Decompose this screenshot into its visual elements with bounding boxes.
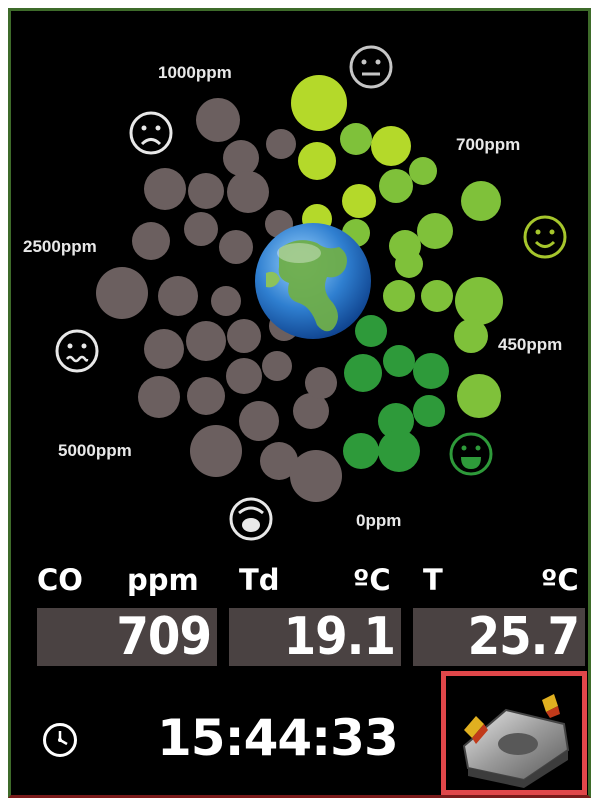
queasy-face-icon: [55, 329, 99, 373]
t-value: 25.7: [413, 608, 585, 666]
gauge-dot: [371, 126, 411, 166]
gauge-dot: [343, 433, 379, 469]
gauge-dot: [457, 374, 501, 418]
gauge-dot: [190, 425, 242, 477]
td-value: 19.1: [229, 608, 401, 666]
co-label: CO: [37, 563, 83, 597]
gauge-dot: [188, 173, 224, 209]
t-unit: ºC: [541, 563, 579, 597]
ppm-label-700: 700ppm: [456, 135, 521, 154]
gauge-dot: [355, 315, 387, 347]
gauge-dot: [184, 212, 218, 246]
settings-button[interactable]: [441, 671, 587, 795]
gauge-dot: [196, 98, 240, 142]
gauge-dot: [132, 222, 170, 260]
gauge-dot: [186, 321, 226, 361]
gauge-dot: [421, 280, 453, 312]
gauge-dot: [379, 169, 413, 203]
globe-icon: [255, 223, 371, 339]
gauge-dot: [187, 377, 225, 415]
ppm-label-450: 450ppm: [498, 335, 563, 354]
gauge-dot: [223, 140, 259, 176]
gauge-dot: [226, 358, 262, 394]
ppm-label-1000: 1000ppm: [158, 63, 232, 82]
gauge-dot: [417, 213, 453, 249]
gauge-dot: [383, 280, 415, 312]
co2-gauge: [55, 45, 567, 541]
ppm-label-0: 0ppm: [356, 511, 402, 530]
gauge-dot: [409, 157, 437, 185]
gauge-dot: [262, 351, 292, 381]
gauge-dot: [219, 230, 253, 264]
gauge-dot: [344, 354, 382, 392]
gauge-dot: [454, 319, 488, 353]
device-screen: 1000ppm 700ppm 2500ppm 450ppm 5000ppm 0p…: [8, 8, 591, 798]
gauge-dot: [138, 376, 180, 418]
clock-time: 15:44:33: [157, 709, 399, 767]
gauge-dot: [298, 142, 336, 180]
ppm-label-2500: 2500ppm: [23, 237, 97, 256]
co-value: 709: [37, 608, 217, 666]
ppm-label-5000: 5000ppm: [58, 441, 132, 460]
settings-gear-icon: [462, 694, 570, 788]
gauge-dot: [158, 276, 198, 316]
gauge-dot: [461, 181, 501, 221]
td-label: Td: [239, 563, 280, 597]
gauge-dot: [211, 286, 241, 316]
gauge-dot: [144, 329, 184, 369]
gauge-dot: [378, 430, 420, 472]
gauge-dot: [413, 395, 445, 427]
gauge-dot: [96, 267, 148, 319]
alarm-face-icon: [229, 497, 273, 541]
co-unit: ppm: [127, 563, 199, 597]
gauge-dot: [305, 367, 337, 399]
gauge-dot: [342, 184, 376, 218]
gauge-dot: [290, 450, 342, 502]
gauge-dot: [227, 319, 261, 353]
sad-face-icon: [129, 111, 173, 155]
smile-face-icon: [523, 215, 567, 259]
gauge-dot: [144, 168, 186, 210]
gauge-dot: [340, 123, 372, 155]
t-label: T: [423, 563, 443, 597]
gauge-dot: [266, 129, 296, 159]
gauge-dot: [413, 353, 449, 389]
clock-icon: [43, 723, 77, 757]
gauge-dot: [291, 75, 347, 131]
grin-face-icon: [449, 432, 493, 476]
gauge-dot: [239, 401, 279, 441]
gauge-dot: [383, 345, 415, 377]
gauge-dot: [455, 277, 503, 325]
gauge-dot: [395, 250, 423, 278]
td-unit: ºC: [353, 563, 391, 597]
neutral-face-icon: [349, 45, 393, 89]
gauge-dot: [227, 171, 269, 213]
